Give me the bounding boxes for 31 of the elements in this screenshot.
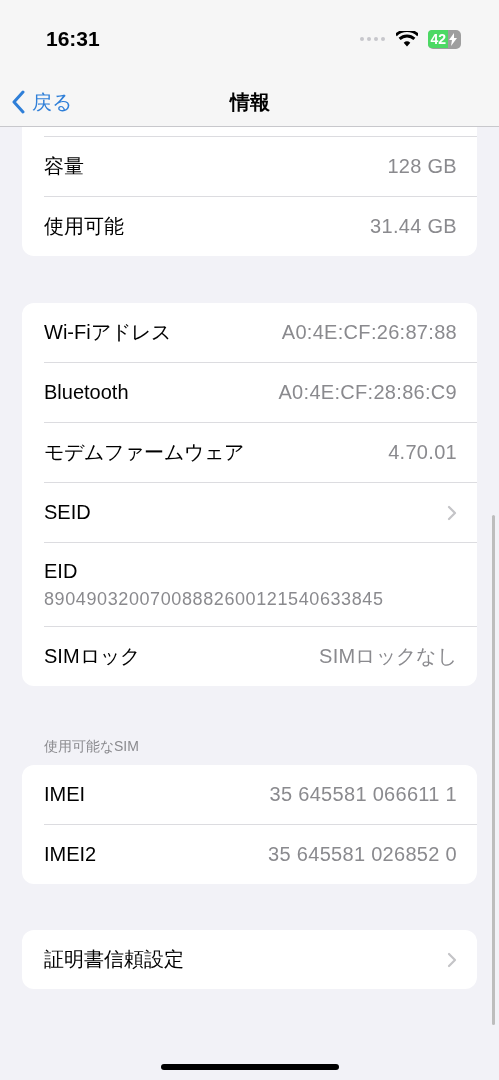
row-label: Wi-Fiアドレス xyxy=(44,320,171,345)
row-label: IMEI xyxy=(44,783,86,806)
wifi-icon xyxy=(396,31,419,47)
row-label: モデムファームウェア xyxy=(44,440,244,465)
row-value: 35 645581 066611 1 xyxy=(269,783,457,806)
row-value: 128 GB xyxy=(387,155,457,178)
section-header: 使用可能なSIM xyxy=(43,738,140,756)
chevron-icon xyxy=(447,504,457,521)
nav-title: 情報 xyxy=(229,89,270,115)
row-label: EID xyxy=(44,559,79,583)
row-value: A0:4E:CF:26:87:88 xyxy=(281,321,457,344)
row-value: 4.70.01 xyxy=(388,441,457,464)
row-value: 89049032007008882600121540633845 xyxy=(44,588,385,610)
settings-row[interactable]: 証明書信頼設定 xyxy=(44,930,477,989)
chevron-icon xyxy=(447,951,457,968)
settings-row[interactable]: SEID xyxy=(44,483,477,543)
row-value: A0:4E:CF:28:86:C9 xyxy=(278,381,457,404)
row-value: 31.44 GB xyxy=(370,215,457,238)
row-label: Bluetooth xyxy=(44,381,129,404)
row-label: 使用可能 xyxy=(44,214,124,239)
back-button[interactable]: 戻る xyxy=(0,88,72,116)
row-value: 35 645581 026852 0 xyxy=(268,843,457,866)
status-time: 16:31 xyxy=(46,27,100,51)
row-label: 容量 xyxy=(44,154,84,179)
no-signal-icon xyxy=(360,37,387,41)
row-label: IMEI2 xyxy=(44,843,97,866)
battery-icon: 42 xyxy=(428,29,461,49)
row-value: SIMロックなし xyxy=(319,644,457,669)
row-label: SIMロック xyxy=(44,644,140,669)
home-indicator[interactable] xyxy=(161,1064,339,1070)
back-chevron-icon xyxy=(12,90,26,114)
